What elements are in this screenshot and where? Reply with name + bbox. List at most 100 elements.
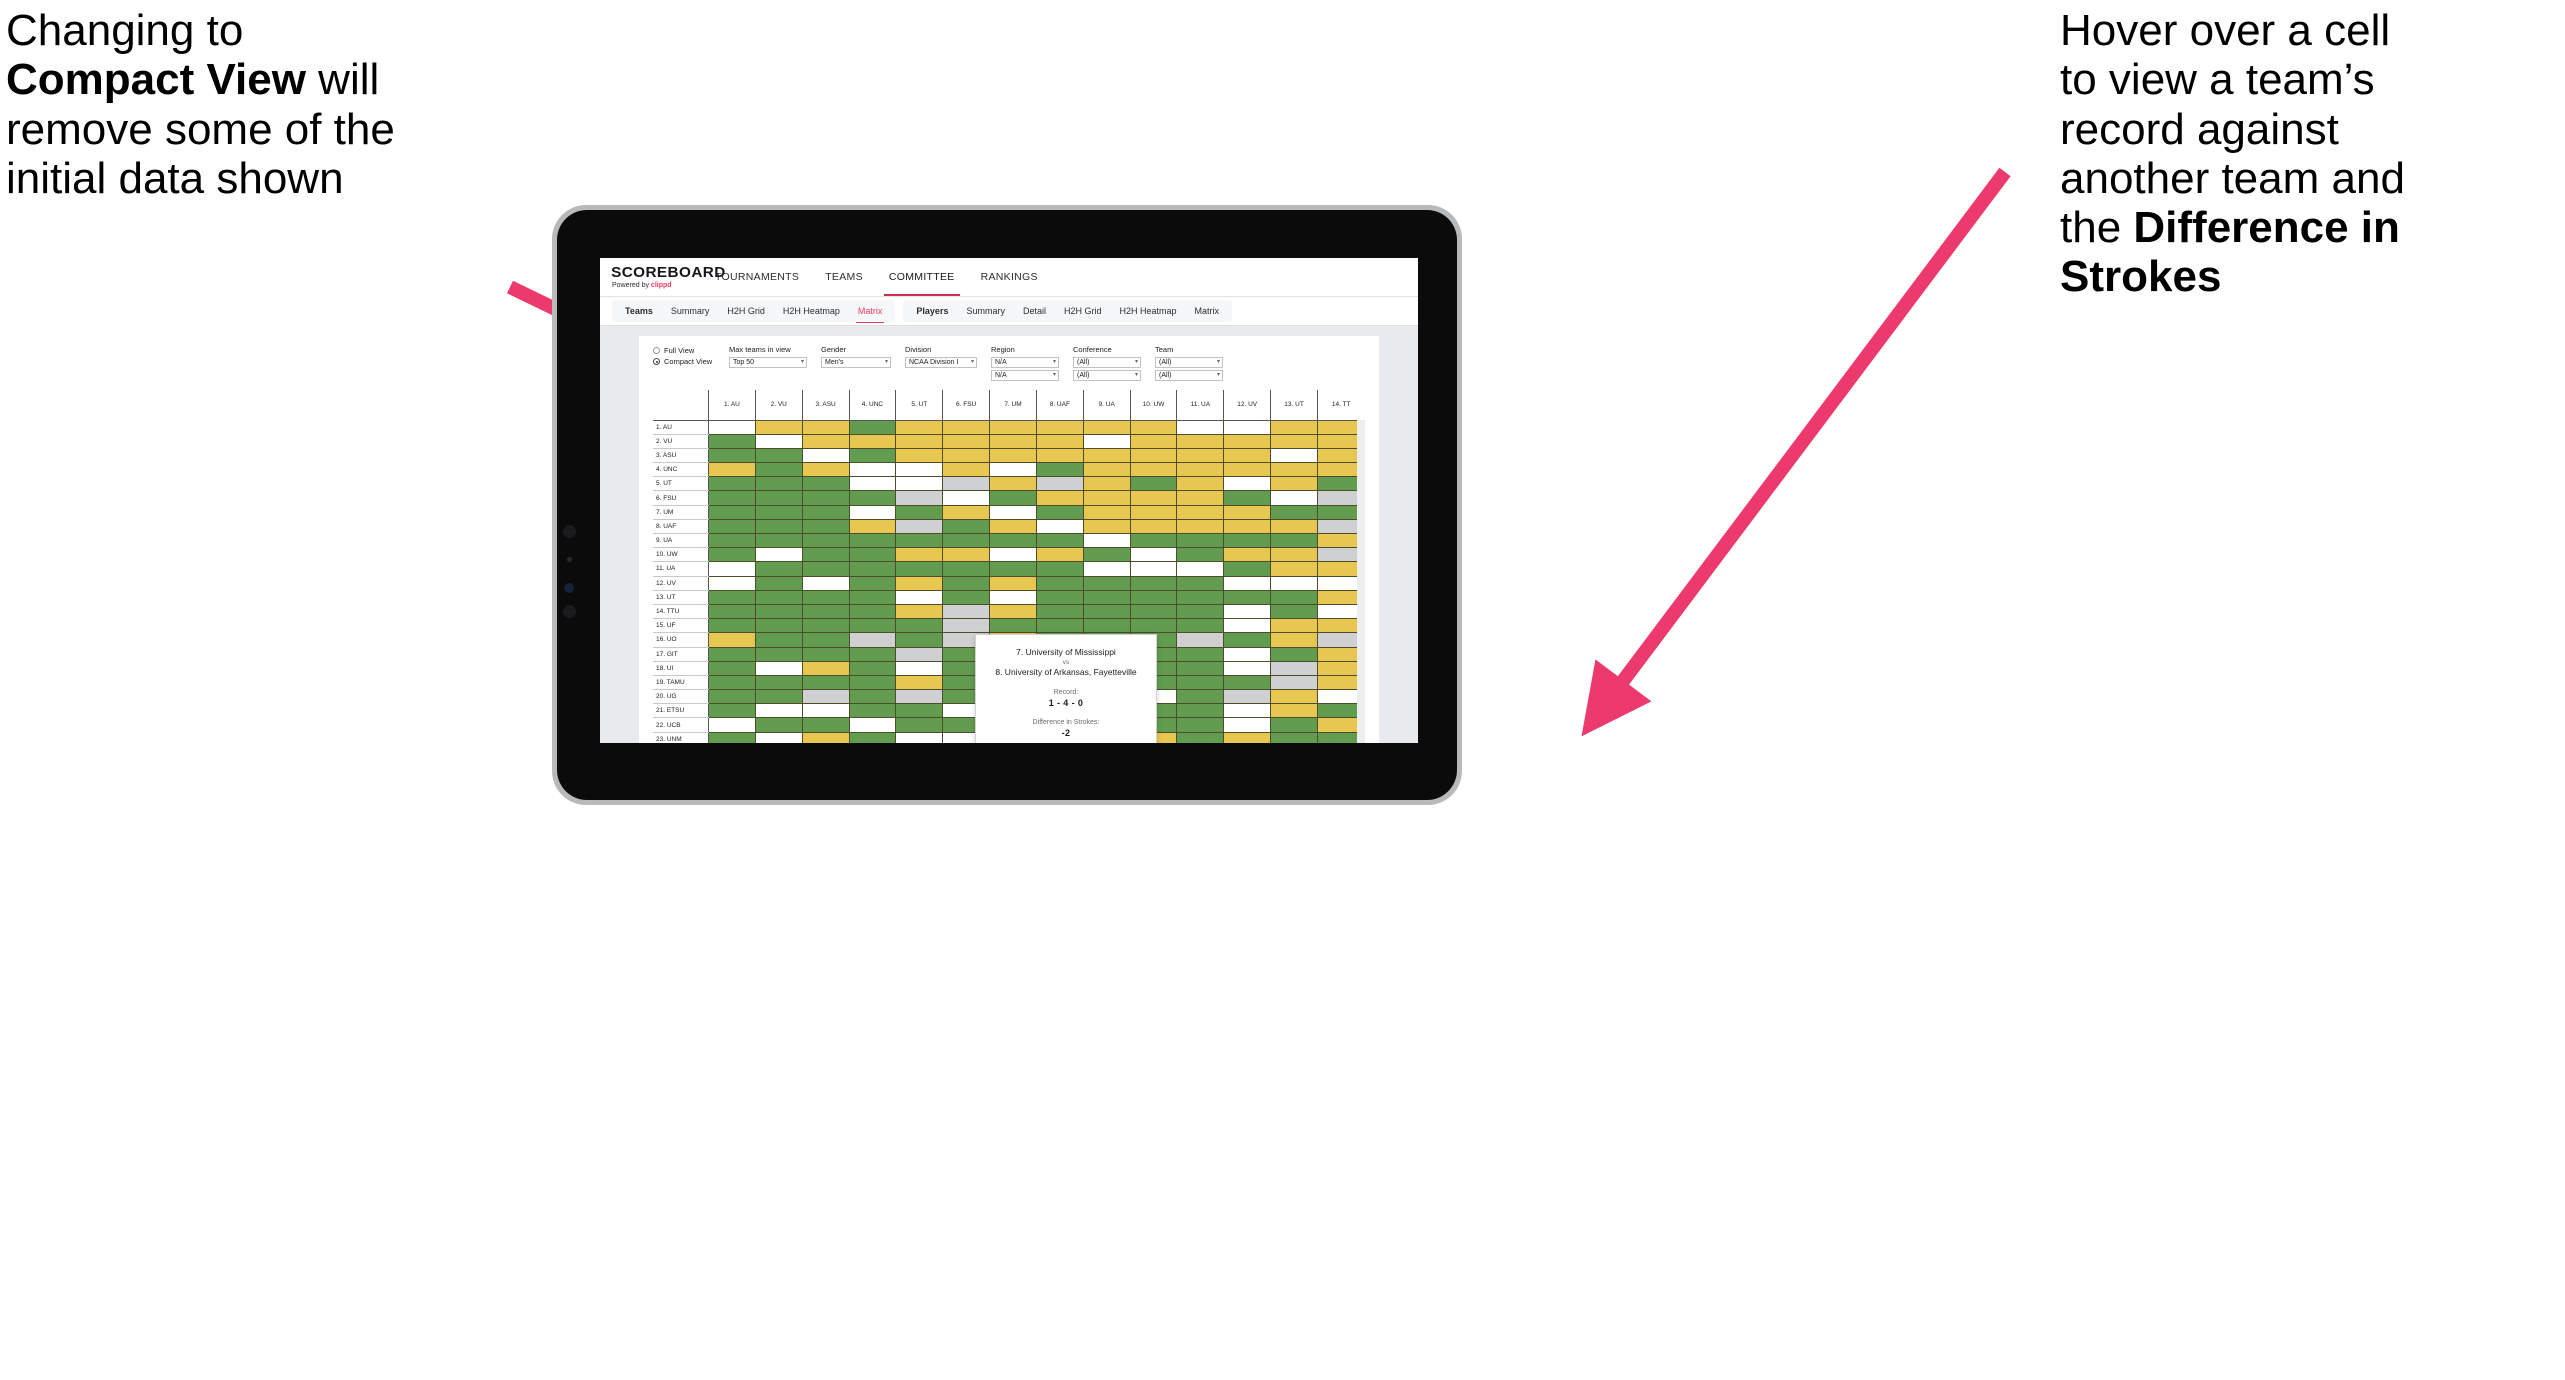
- matrix-cell[interactable]: [895, 476, 944, 492]
- matrix-cell[interactable]: [895, 689, 944, 705]
- matrix-cell[interactable]: [1176, 518, 1225, 535]
- matrix-cell[interactable]: [848, 689, 897, 705]
- matrix-cell[interactable]: [1035, 589, 1084, 605]
- matrix-cell[interactable]: [1176, 674, 1225, 691]
- matrix-cell[interactable]: [1129, 561, 1178, 577]
- matrix-cell[interactable]: [895, 674, 944, 691]
- matrix-cell[interactable]: [801, 589, 850, 605]
- matrix-cell[interactable]: [754, 646, 803, 662]
- subnav-item-teams-h2h-heatmap[interactable]: H2H Heatmap: [774, 300, 849, 322]
- matrix-cell[interactable]: [1176, 462, 1225, 478]
- matrix-cell[interactable]: [1223, 462, 1272, 478]
- matrix-cell[interactable]: [942, 433, 991, 449]
- matrix-cell[interactable]: [848, 646, 897, 662]
- matrix-cell[interactable]: [1270, 532, 1318, 549]
- matrix-cell[interactable]: [989, 476, 1037, 492]
- matrix-cell[interactable]: [942, 603, 991, 620]
- matrix-cell[interactable]: [801, 731, 850, 743]
- matrix-cell[interactable]: [848, 476, 897, 492]
- matrix-cell[interactable]: [708, 603, 756, 620]
- subnav-item-teams[interactable]: Teams: [616, 300, 662, 322]
- matrix-cell[interactable]: [1270, 575, 1318, 591]
- matrix-cell[interactable]: [848, 632, 897, 648]
- matrix-cell[interactable]: [1270, 547, 1318, 563]
- matrix-cell[interactable]: [1129, 447, 1178, 464]
- matrix-cell[interactable]: [801, 462, 850, 478]
- select-conference-1[interactable]: (All) ▾: [1073, 356, 1141, 368]
- matrix-cell[interactable]: [895, 717, 944, 733]
- matrix-cell[interactable]: [1129, 419, 1178, 435]
- matrix-cell[interactable]: [708, 646, 756, 662]
- topnav-item-tournaments[interactable]: TOURNAMENTS: [702, 258, 812, 296]
- matrix-cell[interactable]: [1176, 547, 1225, 563]
- matrix-cell[interactable]: [1223, 717, 1272, 733]
- matrix-cell[interactable]: [1223, 419, 1272, 435]
- matrix-cell[interactable]: [1035, 518, 1084, 535]
- matrix-cell[interactable]: [801, 660, 850, 676]
- matrix-cell[interactable]: [1035, 419, 1084, 435]
- subnav-item-teams-matrix[interactable]: Matrix: [849, 300, 892, 323]
- matrix-cell[interactable]: [989, 532, 1037, 549]
- matrix-cell[interactable]: [754, 547, 803, 563]
- matrix-cell[interactable]: [1082, 490, 1131, 506]
- matrix-cell[interactable]: [1270, 632, 1318, 648]
- matrix-cell[interactable]: [754, 575, 803, 591]
- matrix-cell[interactable]: [1270, 476, 1318, 492]
- select-gender[interactable]: Men's ▾: [821, 356, 891, 368]
- matrix-cell[interactable]: [895, 419, 944, 435]
- matrix-cell[interactable]: [1223, 504, 1272, 520]
- matrix-cell[interactable]: [942, 504, 991, 520]
- matrix-cell[interactable]: [942, 561, 991, 577]
- subnav-item-players-summary[interactable]: Summary: [957, 300, 1014, 322]
- matrix-cell[interactable]: [895, 490, 944, 506]
- matrix-cell[interactable]: [708, 674, 756, 691]
- matrix-cell[interactable]: [1176, 717, 1225, 733]
- matrix-cell[interactable]: [848, 504, 897, 520]
- matrix-cell[interactable]: [754, 632, 803, 648]
- matrix-cell[interactable]: [942, 462, 991, 478]
- matrix-cell[interactable]: [848, 660, 897, 676]
- matrix-cell[interactable]: [1223, 433, 1272, 449]
- matrix-cell[interactable]: [1035, 433, 1084, 449]
- matrix-cell[interactable]: [848, 589, 897, 605]
- matrix-cell[interactable]: [989, 433, 1037, 449]
- matrix-cell[interactable]: [1035, 476, 1084, 492]
- matrix-cell[interactable]: [801, 490, 850, 506]
- matrix-cell[interactable]: [848, 490, 897, 506]
- matrix-vertical-scrollbar[interactable]: [1357, 419, 1365, 743]
- matrix-cell[interactable]: [848, 532, 897, 549]
- matrix-cell[interactable]: [754, 589, 803, 605]
- matrix-cell[interactable]: [1270, 689, 1318, 705]
- matrix-cell[interactable]: [801, 632, 850, 648]
- matrix-cell[interactable]: [895, 589, 944, 605]
- matrix-cell[interactable]: [989, 462, 1037, 478]
- matrix-cell[interactable]: [754, 561, 803, 577]
- matrix-cell[interactable]: [1082, 589, 1131, 605]
- matrix-cell[interactable]: [754, 433, 803, 449]
- matrix-cell[interactable]: [1223, 447, 1272, 464]
- select-team-2[interactable]: (All) ▾: [1155, 369, 1223, 381]
- matrix-cell[interactable]: [1270, 447, 1318, 464]
- matrix-cell[interactable]: [1082, 504, 1131, 520]
- matrix-cell[interactable]: [708, 504, 756, 520]
- matrix-cell[interactable]: [801, 575, 850, 591]
- matrix-cell[interactable]: [848, 717, 897, 733]
- matrix-cell[interactable]: [989, 618, 1037, 634]
- matrix-cell[interactable]: [1129, 504, 1178, 520]
- matrix-cell[interactable]: [1176, 476, 1225, 492]
- matrix-cell[interactable]: [1129, 603, 1178, 620]
- radio-compact-view[interactable]: Compact View: [653, 357, 715, 366]
- matrix-cell[interactable]: [1129, 490, 1178, 506]
- matrix-cell[interactable]: [754, 703, 803, 719]
- matrix-cell[interactable]: [1270, 462, 1318, 478]
- matrix-cell[interactable]: [801, 532, 850, 549]
- matrix-cell[interactable]: [708, 660, 756, 676]
- matrix-cell[interactable]: [1223, 476, 1272, 492]
- matrix-cell[interactable]: [1129, 575, 1178, 591]
- matrix-cell[interactable]: [1176, 646, 1225, 662]
- matrix-cell[interactable]: [1082, 532, 1131, 549]
- matrix-cell[interactable]: [801, 561, 850, 577]
- matrix-cell[interactable]: [754, 447, 803, 464]
- matrix-cell[interactable]: [895, 618, 944, 634]
- matrix-cell[interactable]: [1035, 618, 1084, 634]
